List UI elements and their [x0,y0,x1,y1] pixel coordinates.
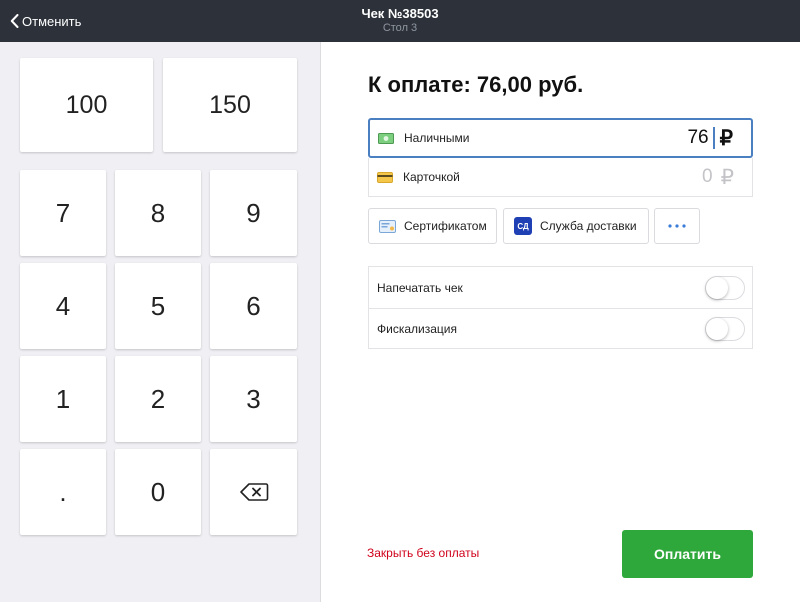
cash-payment-value: 76 [687,127,709,148]
more-icon [668,224,686,228]
close-without-payment-link[interactable]: Закрыть без оплаты [367,546,479,560]
cash-icon [378,132,394,144]
cancel-label: Отменить [22,13,82,29]
certificate-label: Сертификатом [404,219,487,233]
table-subtitle: Стол 3 [382,22,418,34]
text-cursor [712,127,715,149]
pay-button[interactable]: Оплатить [622,530,753,578]
key-decimal-button[interactable]: . [20,449,106,535]
quick-amount-150-button[interactable]: 150 [163,58,297,152]
backspace-icon [239,482,269,502]
cash-payment-label: Наличными [404,131,470,145]
key-9-button[interactable]: 9 [210,170,297,256]
key-6-button[interactable]: 6 [210,263,297,349]
top-bar: Отменить Чек №38503 Стол 3 [0,0,800,42]
card-currency-sign: ₽ [720,165,734,189]
key-7-button[interactable]: 7 [20,170,106,256]
print-receipt-toggle[interactable] [705,275,745,300]
delivery-service-button[interactable]: СД Служба доставки [503,208,649,244]
quick-amount-100-button[interactable]: 100 [20,58,153,152]
card-payment-value: 0 [702,166,713,187]
cash-currency-sign: ₽ [719,126,733,150]
header-titles: Чек №38503 Стол 3 [0,6,800,36]
key-3-button[interactable]: 3 [210,356,297,442]
print-receipt-row: Напечатать чек [369,267,752,308]
key-5-button[interactable]: 5 [115,263,201,349]
more-methods-button[interactable] [654,208,700,244]
cancel-button[interactable]: Отменить [10,0,81,42]
certificate-icon [379,219,396,233]
cash-payment-field[interactable]: Наличными 76 ₽ [368,118,753,158]
key-0-button[interactable]: 0 [115,449,201,535]
toggle-knob [706,318,728,340]
key-4-button[interactable]: 4 [20,263,106,349]
toggle-knob [706,276,728,299]
print-receipt-label: Напечатать чек [377,280,463,295]
certificate-button[interactable]: Сертификатом [368,208,497,244]
delivery-service-label: Служба доставки [540,219,637,233]
card-payment-label: Карточкой [403,170,460,184]
backspace-button[interactable] [210,449,297,535]
receipt-title: Чек №38503 [361,6,439,21]
amount-due-heading: К оплате: 76,00 руб. [368,72,584,97]
fiscalization-toggle[interactable] [705,317,745,341]
chevron-left-icon [10,14,19,28]
fiscalization-label: Фискализация [377,322,457,336]
fiscalization-row: Фискализация [369,308,752,349]
receipt-options: Напечатать чек Фискализация [368,266,753,349]
delivery-service-icon: СД [514,217,532,235]
card-payment-field[interactable]: Карточкой 0 ₽ [368,158,753,197]
key-8-button[interactable]: 8 [115,170,201,256]
key-2-button[interactable]: 2 [115,356,201,442]
card-icon [377,171,393,183]
key-1-button[interactable]: 1 [20,356,106,442]
